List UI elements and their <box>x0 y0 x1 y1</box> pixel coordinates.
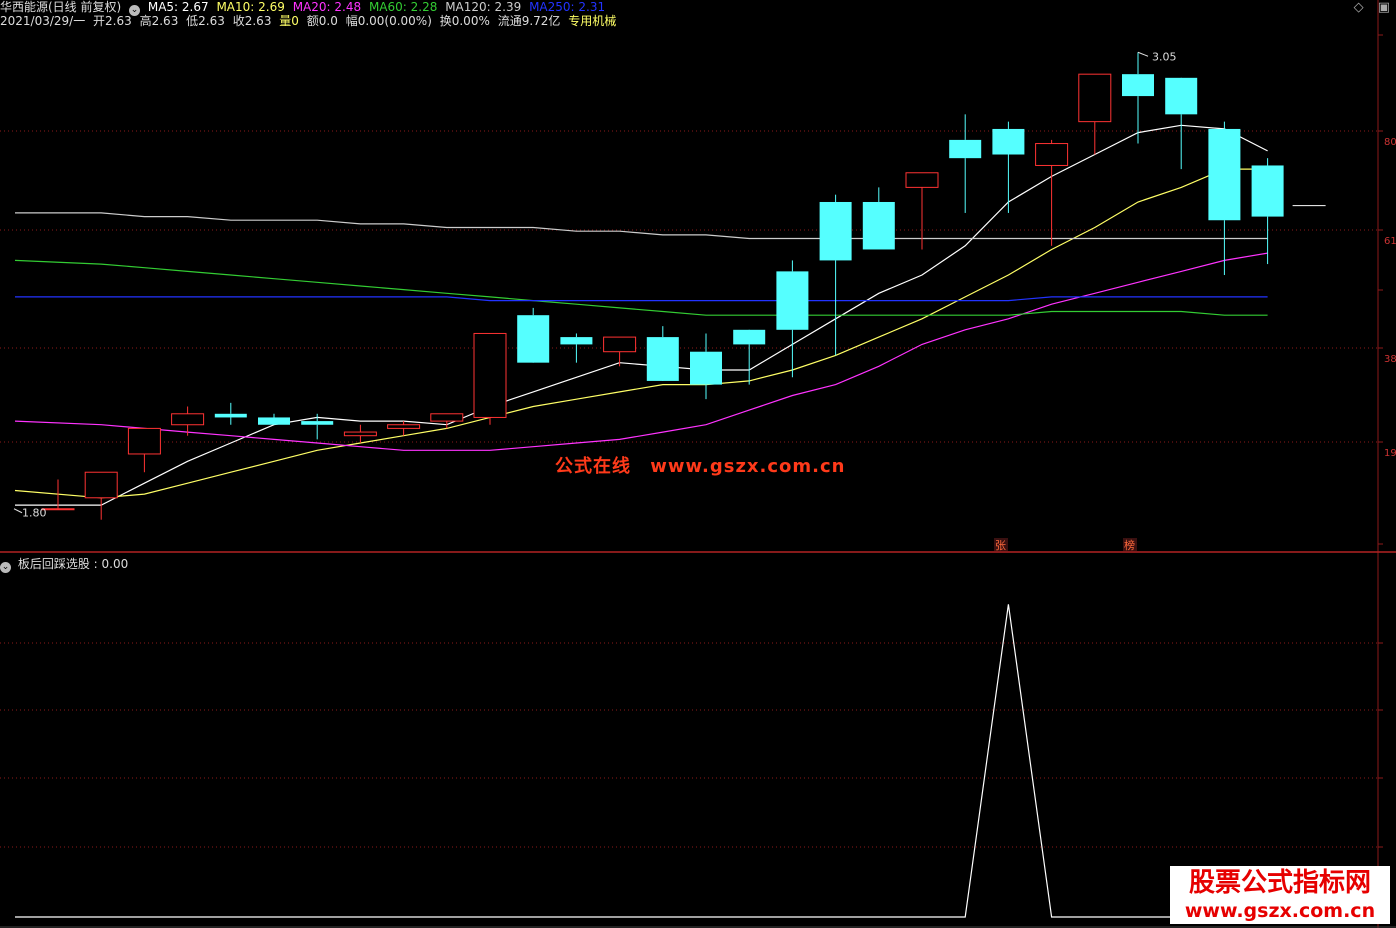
tag-bang: 榜 <box>1124 538 1135 552</box>
candle-body <box>1251 165 1284 217</box>
brand-title: 股票公式指标网 <box>1188 868 1371 898</box>
ma-line-ma60 <box>14 259 1268 316</box>
candle-body <box>127 427 161 455</box>
watermark: 公式在线 www.gszx.com.cn <box>555 452 858 478</box>
candle-body <box>949 139 982 159</box>
candle-body <box>862 201 895 250</box>
brand-logo: 股票公式指标网 www.gszx.com.cn <box>1170 866 1390 924</box>
y-tick-label: 80 <box>1384 137 1396 148</box>
tag-zhang: 张 <box>995 539 1006 552</box>
ma-line-ma5 <box>15 124 1268 506</box>
candle-body <box>603 336 637 353</box>
candle-body <box>733 329 766 345</box>
candle-body <box>171 413 205 426</box>
candle-body <box>387 424 421 429</box>
watermark-cn: 公式在线 <box>555 456 631 477</box>
high-price-pointer <box>1137 51 1149 57</box>
candle-body <box>473 332 507 418</box>
candle-body <box>819 201 852 261</box>
indicator-line <box>15 604 1268 918</box>
low-price-pointer <box>13 508 23 514</box>
y-tick-label: 38 <box>1384 354 1396 365</box>
candle-body <box>84 471 118 499</box>
candle-body <box>258 417 290 425</box>
candle-body <box>41 508 75 511</box>
watermark-url: www.gszx.com.cn <box>650 456 846 477</box>
high-price-label: 3.05 <box>1152 50 1177 63</box>
candle-body <box>1035 143 1069 166</box>
low-price-label: 1.80 <box>22 507 47 520</box>
candle-body <box>560 337 593 345</box>
candle-body <box>1208 128 1241 221</box>
candle-body <box>1122 74 1154 97</box>
candle-body <box>1078 73 1112 123</box>
y-tick-label: 61 <box>1384 236 1396 247</box>
candle-body <box>646 337 679 381</box>
candle-body <box>301 421 334 425</box>
ma-line-ma250 <box>15 296 1268 302</box>
candle-body <box>517 315 550 363</box>
candle-body <box>343 431 377 437</box>
brand-url: www.gszx.com.cn <box>1184 900 1376 922</box>
candle-body <box>905 172 939 188</box>
candle-body <box>1165 77 1198 115</box>
candle-body <box>430 413 464 422</box>
candle-body <box>214 413 247 418</box>
y-tick-label: 19 <box>1384 448 1396 459</box>
candle-body <box>992 128 1025 155</box>
candle-body <box>776 271 809 330</box>
candle-body <box>690 351 722 385</box>
